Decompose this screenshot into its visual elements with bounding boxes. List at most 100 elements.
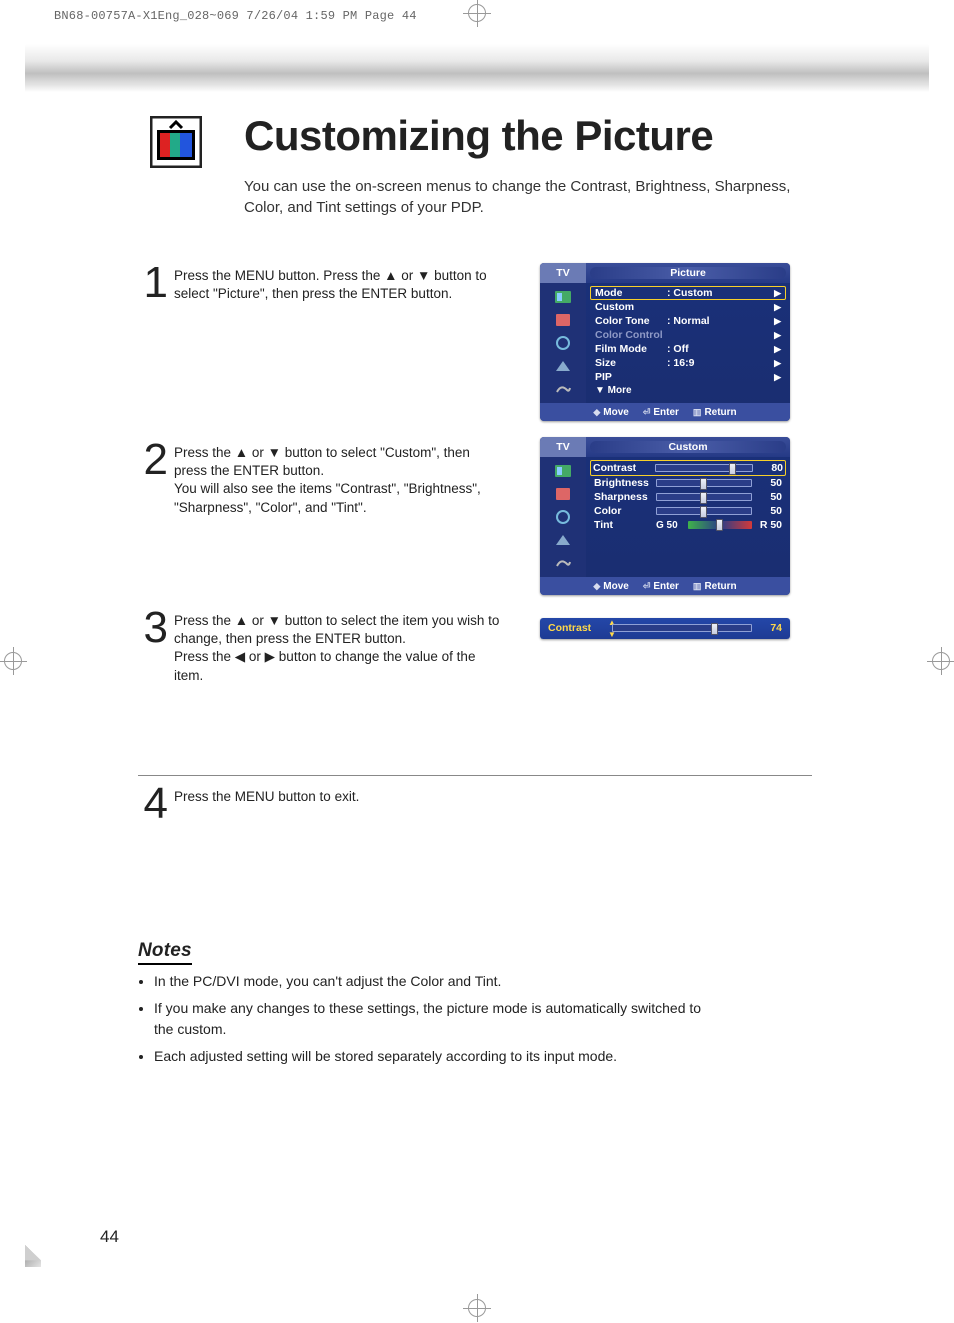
channel-icon xyxy=(552,333,574,353)
slider-value: 80 xyxy=(757,462,783,474)
osd-row-value: : 16:9 xyxy=(667,357,774,369)
osd-side-icons xyxy=(540,457,586,577)
osd-heading: Picture xyxy=(590,267,786,279)
adjust-label: Contrast xyxy=(548,622,604,634)
chevron-right-icon: ▶ xyxy=(774,288,781,299)
adjust-slider xyxy=(612,624,752,632)
chevron-right-icon: ▶ xyxy=(774,344,781,355)
function-icon xyxy=(552,379,574,399)
osd-row-label: Sharpness xyxy=(594,491,652,503)
step-text: Press the MENU button. Press the ▲ or ▼ … xyxy=(174,267,503,303)
slider-track xyxy=(656,493,752,501)
osd-row-label: Color Control xyxy=(595,329,667,341)
enter-icon: ⏎ xyxy=(643,581,651,592)
osd-row-label: Brightness xyxy=(594,477,652,489)
move-icon: ◆ xyxy=(593,407,600,418)
slider-track xyxy=(656,479,752,487)
function-icon xyxy=(552,553,574,573)
osd-footer: ◆Move ⏎Enter ▥Return xyxy=(540,403,790,421)
chevron-right-icon: ▶ xyxy=(774,316,781,327)
osd-adjust-bar: ▲ ▼ Contrast 74 xyxy=(540,618,790,639)
osd-menu-row: Color Tone: Normal▶ xyxy=(592,314,784,328)
return-icon: ▥ xyxy=(693,581,702,592)
step-number: 1 xyxy=(138,265,168,301)
step-number: 3 xyxy=(138,610,168,683)
osd-menu-row: Custom ▶ xyxy=(592,300,784,314)
osd-menu-row: Mode: Custom▶ xyxy=(590,286,786,300)
osd-slider-row: Brightness 50 xyxy=(592,476,784,490)
tv-icon xyxy=(146,112,206,172)
slider-track xyxy=(688,521,752,529)
osd-row-label: Color xyxy=(594,505,652,517)
footer-enter: Enter xyxy=(653,407,679,418)
step-4: 4 Press the MENU button to exit. xyxy=(138,788,503,823)
osd-side-icons xyxy=(540,283,586,403)
osd-menu-row: Size: 16:9▶ xyxy=(592,356,784,370)
step-2: 2 Press the ▲ or ▼ button to select "Cus… xyxy=(138,444,503,517)
osd-row-label: Tint xyxy=(594,519,652,531)
notes-item: In the PC/DVI mode, you can't adjust the… xyxy=(154,971,724,992)
channel-icon xyxy=(552,507,574,527)
osd-menu-row: Color Control ▶ xyxy=(592,328,784,342)
chevron-right-icon: ▶ xyxy=(774,302,781,313)
osd-slider-row: Color 50 xyxy=(592,504,784,518)
page-title: Customizing the Picture xyxy=(244,112,713,160)
crop-mark-bottom xyxy=(462,1293,492,1323)
footer-enter: Enter xyxy=(653,581,679,592)
osd-row-value: : Custom xyxy=(667,287,774,299)
step-text: Press the ▲ or ▼ button to select "Custo… xyxy=(174,444,503,517)
footer-move: Move xyxy=(603,407,629,418)
osd-more: ▼ More xyxy=(592,384,784,399)
chevron-right-icon: ▶ xyxy=(774,358,781,369)
slider-value: 50 xyxy=(756,505,782,517)
osd-row-label: PIP xyxy=(595,371,667,383)
step-text: Press the MENU button to exit. xyxy=(174,788,503,823)
osd-slider-row: Contrast80 xyxy=(590,460,786,476)
return-icon: ▥ xyxy=(693,407,702,418)
corner-fold-graphic xyxy=(25,1245,41,1267)
osd-row-label: Color Tone xyxy=(595,315,667,327)
print-header: BN68-00757A-X1Eng_028~069 7/26/04 1:59 P… xyxy=(54,9,417,23)
enter-icon: ⏎ xyxy=(643,407,651,418)
osd-row-label: Mode xyxy=(595,287,667,299)
osd-slider-row: TintG 50R 50 xyxy=(592,518,784,532)
footer-move: Move xyxy=(603,581,629,592)
slider-value: 50 xyxy=(756,477,782,489)
setup-icon xyxy=(552,530,574,550)
crop-mark-left xyxy=(0,646,28,676)
osd-row-label: Custom xyxy=(595,301,667,313)
footer-return: Return xyxy=(704,407,736,418)
osd-menu-row: Film Mode: Off▶ xyxy=(592,342,784,356)
move-icon: ◆ xyxy=(593,581,600,592)
osd-tv-label: TV xyxy=(540,263,586,283)
slider-track xyxy=(655,464,753,472)
chevron-right-icon: ▶ xyxy=(774,372,781,383)
osd-row-value: : Normal xyxy=(667,315,774,327)
setup-icon xyxy=(552,356,574,376)
osd-picture-menu: TV Picture Mode: Custom▶Custom▶Color Ton… xyxy=(540,263,790,421)
slider-track xyxy=(656,507,752,515)
sound-icon xyxy=(552,310,574,330)
osd-menu-row: PIP ▶ xyxy=(592,370,784,384)
sound-icon xyxy=(552,484,574,504)
notes-heading: Notes xyxy=(138,940,192,965)
osd-custom-menu: TV Custom Contrast80Brightness50Sharpnes… xyxy=(540,437,790,595)
osd-row-label: Size xyxy=(595,357,667,369)
step-text: Press the ▲ or ▼ button to select the it… xyxy=(174,612,503,685)
footer-return: Return xyxy=(704,581,736,592)
step-1: 1 Press the MENU button. Press the ▲ or … xyxy=(138,267,503,303)
osd-slider-row: Sharpness50 xyxy=(592,490,784,504)
crop-mark-top xyxy=(462,0,492,28)
picture-icon xyxy=(552,461,574,481)
osd-row-label: Film Mode xyxy=(595,343,667,355)
header-band xyxy=(25,44,929,86)
tint-right: R 50 xyxy=(756,519,782,531)
step-number: 2 xyxy=(138,442,168,515)
page-number: 44 xyxy=(100,1227,119,1247)
osd-heading: Custom xyxy=(590,441,786,453)
chevron-right-icon: ▶ xyxy=(774,330,781,341)
picture-icon xyxy=(552,287,574,307)
osd-row-value: : Off xyxy=(667,343,774,355)
osd-footer: ◆Move ⏎Enter ▥Return xyxy=(540,577,790,595)
notes-item: Each adjusted setting will be stored sep… xyxy=(154,1046,724,1067)
